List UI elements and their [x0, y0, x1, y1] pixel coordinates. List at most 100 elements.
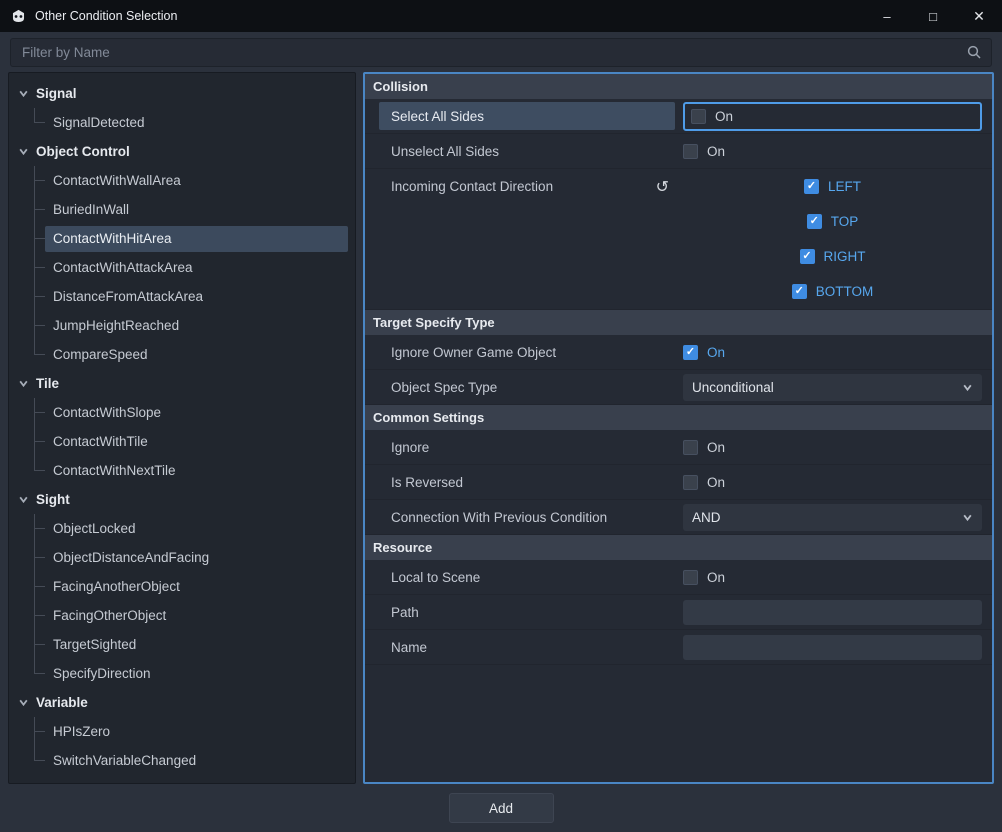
- minimize-button[interactable]: –: [864, 0, 910, 32]
- property-editor: On: [675, 134, 992, 168]
- flag-top[interactable]: ✓ TOP: [806, 204, 859, 239]
- chevron-down-icon: [18, 146, 29, 157]
- tree-item-distancefromattackarea[interactable]: DistanceFromAttackArea: [9, 282, 355, 311]
- section-resource-header: Resource: [365, 535, 992, 560]
- dropdown-value: AND: [692, 509, 721, 525]
- tree-item-contactwithslope[interactable]: ContactWithSlope: [9, 398, 355, 427]
- flag-left[interactable]: ✓ LEFT: [803, 169, 861, 204]
- tree-item-jumpheightreached[interactable]: JumpHeightReached: [9, 311, 355, 340]
- property-editor: On: [675, 99, 992, 133]
- flag-right[interactable]: ✓ RIGHT: [799, 239, 866, 274]
- property-label: Connection With Previous Condition: [391, 509, 608, 525]
- tree-item-switchvariablechanged[interactable]: SwitchVariableChanged: [9, 746, 355, 775]
- chevron-down-icon: [962, 512, 973, 523]
- property-row-ignore: Ignore On: [365, 430, 992, 465]
- path-field[interactable]: [683, 599, 982, 625]
- filter-field[interactable]: [10, 37, 992, 67]
- checkbox[interactable]: [691, 108, 706, 124]
- checkbox[interactable]: [683, 569, 698, 585]
- tree-item-contactwithhitarea[interactable]: ContactWithHitArea: [9, 224, 355, 253]
- connection-with-previous-condition-dropdown[interactable]: AND: [683, 503, 982, 531]
- tree-item-contactwithwallarea[interactable]: ContactWithWallArea: [9, 166, 355, 195]
- flag-bottom[interactable]: ✓ BOTTOM: [791, 274, 874, 309]
- property-label: Object Spec Type: [391, 379, 498, 395]
- flag-label: BOTTOM: [815, 284, 874, 299]
- checkbox-label: On: [707, 143, 726, 159]
- checkbox[interactable]: ✓: [806, 214, 822, 229]
- property-label: Name: [391, 639, 428, 655]
- tree-item-hpiszero[interactable]: HPIsZero: [9, 717, 355, 746]
- property-row-is-reversed: Is Reversed On: [365, 465, 992, 500]
- checkbox[interactable]: [683, 143, 698, 159]
- close-button[interactable]: ✕: [956, 0, 1002, 32]
- property-row-select-all-sides: Select All Sides On: [365, 99, 992, 134]
- select-all-sides-checkbox-field[interactable]: On: [683, 101, 982, 131]
- tree-group-object-control: Object Control ContactWithWallArea Burie…: [9, 137, 355, 369]
- tree-item-contactwithattackarea[interactable]: ContactWithAttackArea: [9, 253, 355, 282]
- property-row-unselect-all-sides: Unselect All Sides On: [365, 134, 992, 169]
- tree-item-objectlocked[interactable]: ObjectLocked: [9, 514, 355, 543]
- tree-group-header-object-control[interactable]: Object Control: [9, 137, 355, 166]
- checkbox-label: On: [707, 569, 726, 585]
- name-field[interactable]: [683, 634, 982, 660]
- property-editor: [675, 630, 992, 664]
- property-label: Is Reversed: [391, 474, 464, 490]
- flag-label: TOP: [830, 214, 859, 229]
- tree-group-variable: Variable HPIsZero SwitchVariableChanged: [9, 688, 355, 775]
- maximize-button[interactable]: □: [910, 0, 956, 32]
- condition-inspector: Collision Select All Sides On Unselect A…: [363, 72, 994, 784]
- dialog-window: Other Condition Selection – □ ✕ Signal: [0, 0, 1002, 832]
- add-button[interactable]: Add: [448, 793, 554, 823]
- checkbox[interactable]: ✓: [683, 344, 698, 360]
- tree-item-signaldetected[interactable]: SignalDetected: [9, 108, 355, 137]
- window-controls: – □ ✕: [864, 0, 1002, 32]
- tree-item-contactwithtile[interactable]: ContactWithTile: [9, 427, 355, 456]
- tree-item-facinganotherobject[interactable]: FacingAnotherObject: [9, 572, 355, 601]
- tree-item-contactwithnexttile[interactable]: ContactWithNextTile: [9, 456, 355, 485]
- checkbox[interactable]: ✓: [799, 249, 815, 264]
- property-editor: [675, 595, 992, 629]
- filter-input[interactable]: [20, 43, 960, 61]
- checkbox[interactable]: ✓: [803, 179, 819, 194]
- tree-item-buriedinwall[interactable]: BuriedInWall: [9, 195, 355, 224]
- check-icon: ✓: [806, 180, 817, 192]
- window-title: Other Condition Selection: [35, 9, 178, 23]
- checkbox-label: On: [707, 344, 726, 360]
- section-common-settings-header: Common Settings: [365, 405, 992, 430]
- property-editor: AND: [675, 500, 992, 534]
- tree-group-signal: Signal SignalDetected: [9, 79, 355, 137]
- main-content: Signal SignalDetected Object Control Con…: [0, 72, 1002, 784]
- tree-item-objectdistanceandfacing[interactable]: ObjectDistanceAndFacing: [9, 543, 355, 572]
- checkbox-label: On: [707, 439, 726, 455]
- section-target-specify-type-header: Target Specify Type: [365, 310, 992, 335]
- window-titlebar: Other Condition Selection – □ ✕: [0, 0, 1002, 32]
- checkbox[interactable]: [683, 474, 698, 490]
- checkbox[interactable]: ✓: [791, 284, 807, 299]
- direction-flags: ✓ LEFT ✓ TOP ✓ RIGHT ✓ BOTTOM: [675, 169, 992, 309]
- checkbox-label: On: [715, 108, 734, 124]
- dialog-footer: Add: [0, 784, 1002, 832]
- app-icon: [10, 8, 27, 25]
- tree-group-header-variable[interactable]: Variable: [9, 688, 355, 717]
- property-row-name: Name: [365, 630, 992, 665]
- tree-item-comparespeed[interactable]: CompareSpeed: [9, 340, 355, 369]
- tree-group-header-tile[interactable]: Tile: [9, 369, 355, 398]
- chevron-down-icon: [18, 494, 29, 505]
- object-spec-type-dropdown[interactable]: Unconditional: [683, 373, 982, 401]
- checkbox-label: On: [707, 474, 726, 490]
- tree-item-facingotherobject[interactable]: FacingOtherObject: [9, 601, 355, 630]
- tree-group-header-sight[interactable]: Sight: [9, 485, 355, 514]
- tree-group-header-signal[interactable]: Signal: [9, 79, 355, 108]
- tree-item-targetsighted[interactable]: TargetSighted: [9, 630, 355, 659]
- flag-label: LEFT: [827, 179, 861, 194]
- property-label: Path: [391, 604, 419, 620]
- revert-icon[interactable]: ↺: [656, 177, 669, 197]
- property-row-path: Path: [365, 595, 992, 630]
- checkbox[interactable]: [683, 439, 698, 455]
- tree-item-specifydirection[interactable]: SpecifyDirection: [9, 659, 355, 688]
- property-row-object-spec-type: Object Spec Type Unconditional: [365, 370, 992, 405]
- property-editor: On: [675, 465, 992, 499]
- check-icon: ✓: [685, 345, 696, 358]
- section-collision-header: Collision: [365, 74, 992, 99]
- tree-group-sight: Sight ObjectLocked ObjectDistanceAndFaci…: [9, 485, 355, 688]
